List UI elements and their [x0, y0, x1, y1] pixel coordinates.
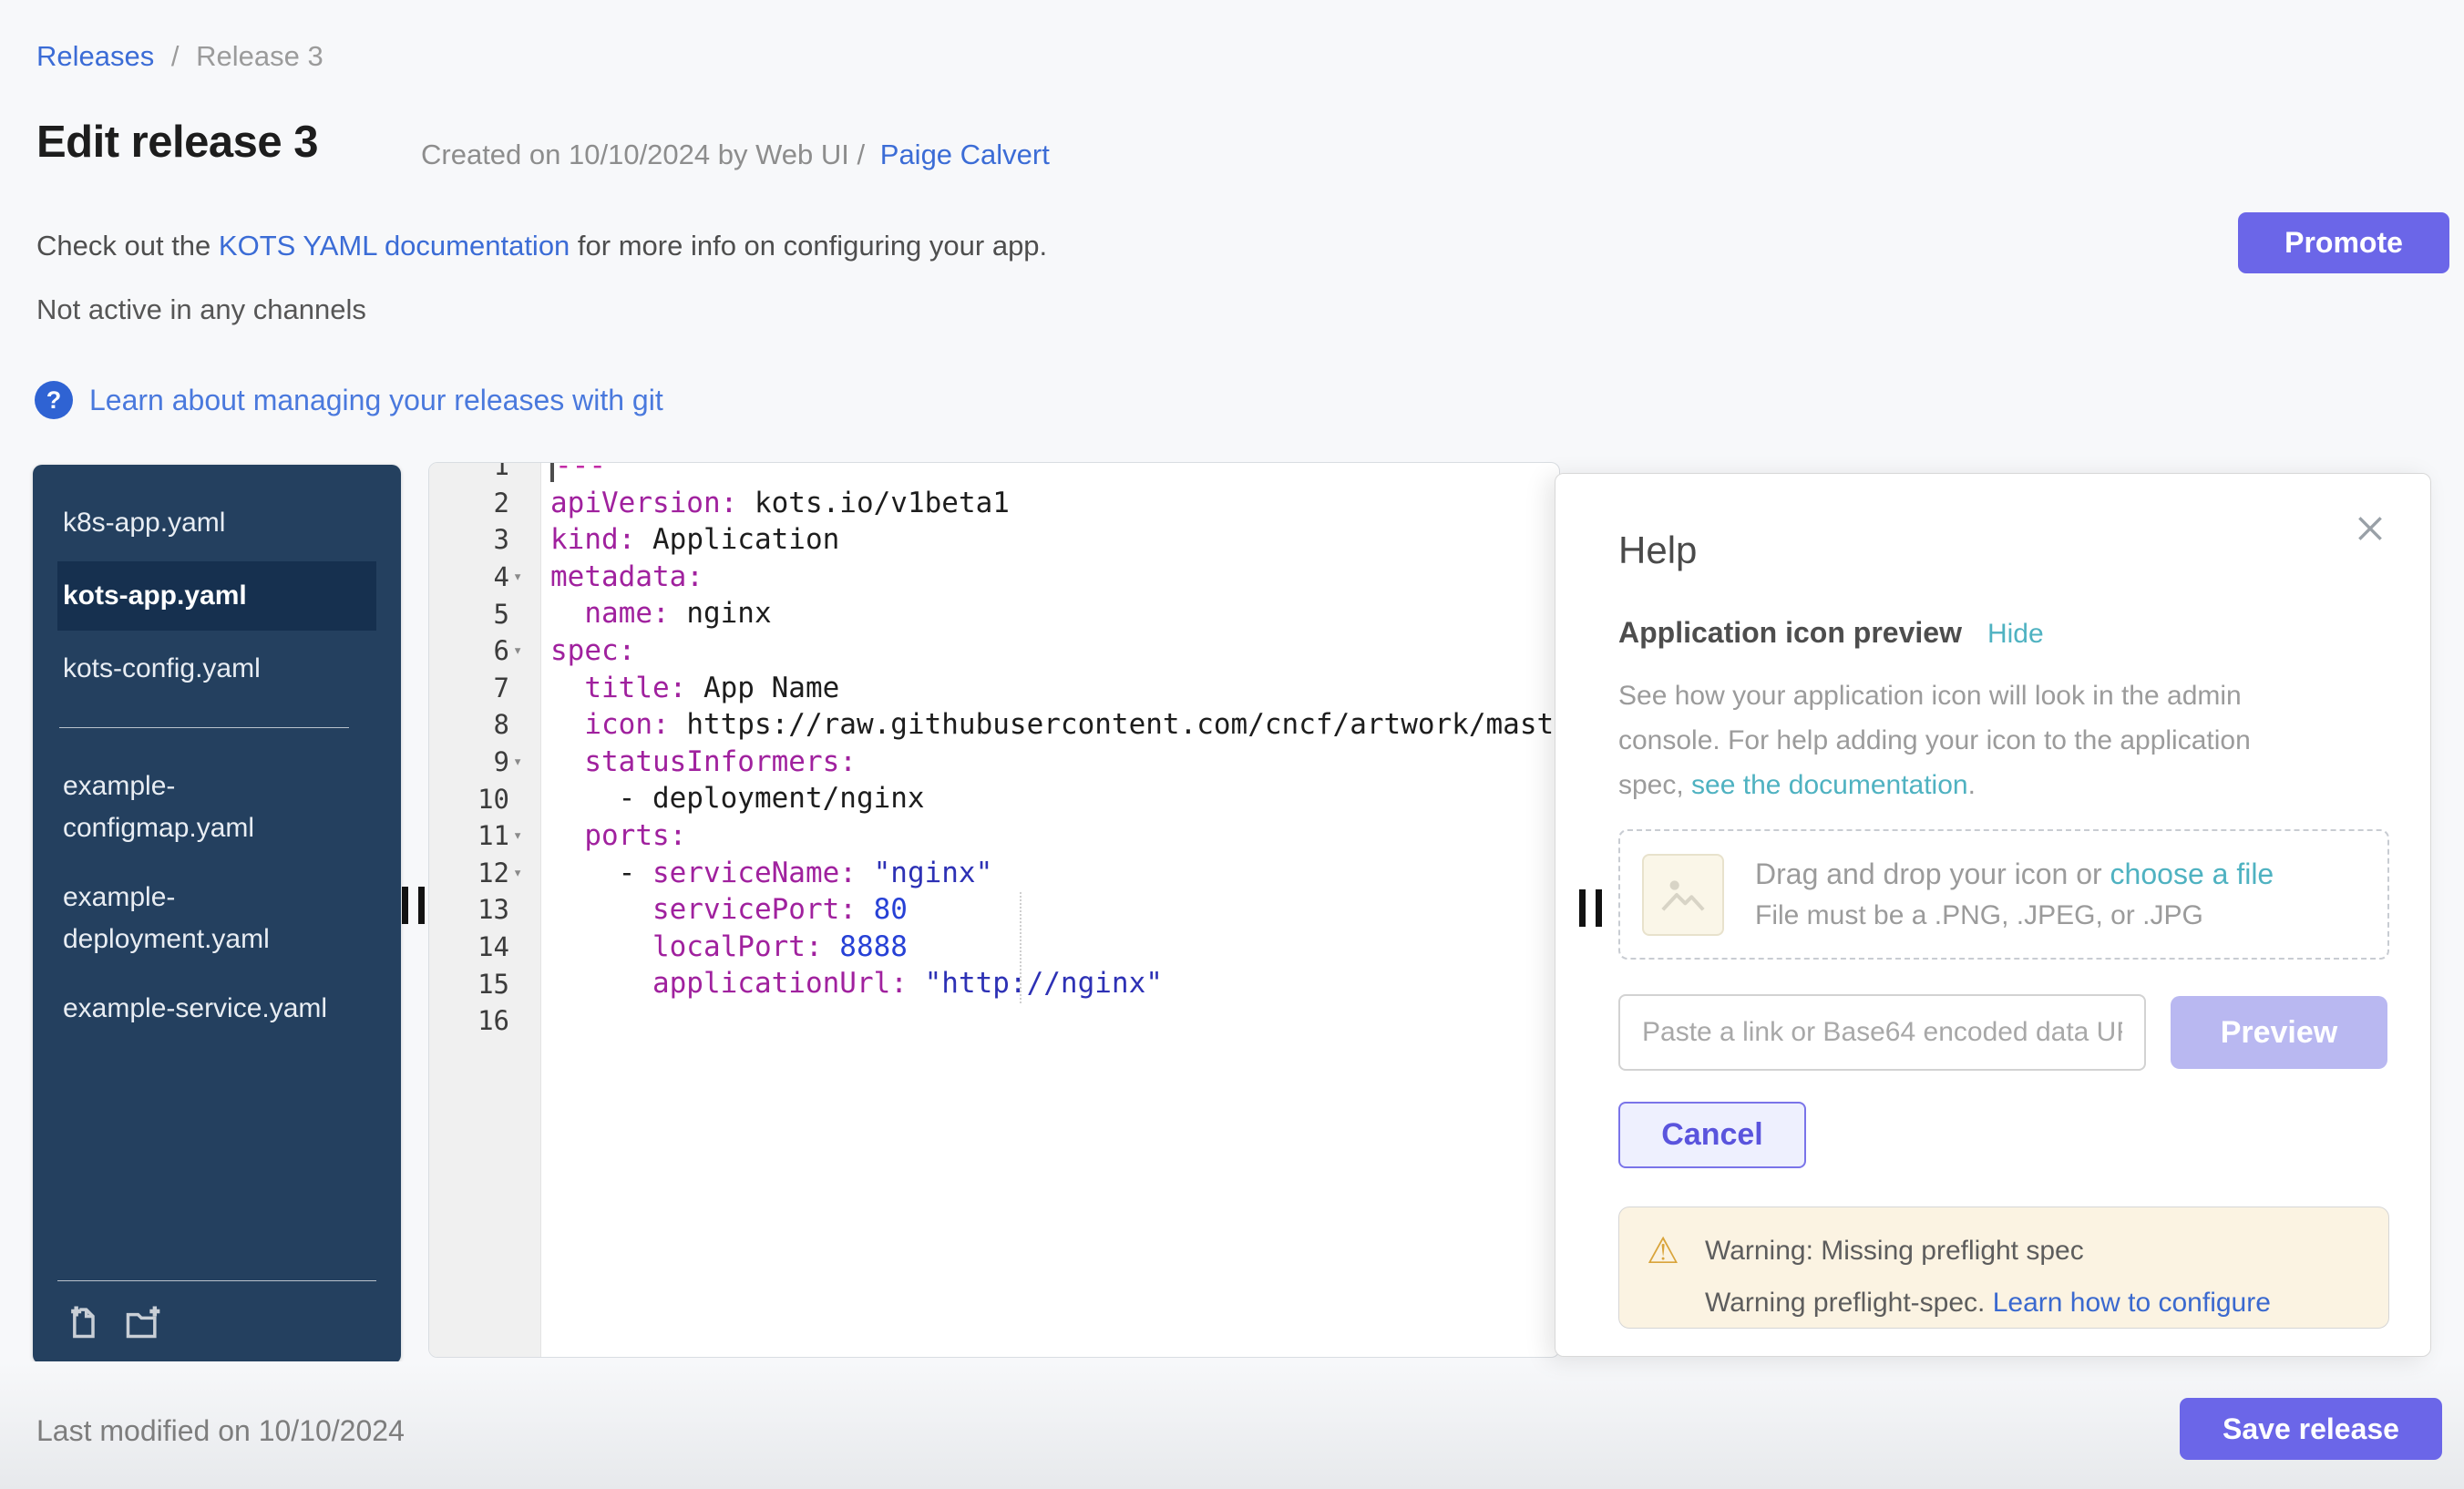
hide-link[interactable]: Hide: [1987, 619, 2044, 650]
gutter-row: 11▾: [429, 817, 540, 855]
yaml-code-editor[interactable]: 1234▾56▾789▾1011▾12▾13141516 ---apiVersi…: [428, 462, 1560, 1358]
gutter-row: 1: [429, 462, 540, 485]
code-line[interactable]: apiVersion: kots.io/v1beta1: [540, 485, 1559, 522]
last-modified-text: Last modified on 10/10/2024: [36, 1414, 405, 1448]
gutter-row: 4▾: [429, 559, 540, 596]
code-line[interactable]: kind: Application: [540, 521, 1559, 559]
close-icon[interactable]: [2346, 505, 2394, 555]
warning-icon: ⚠: [1647, 1233, 1705, 1269]
kots-yaml-doc-link[interactable]: KOTS YAML documentation: [219, 230, 570, 262]
help-title: Help: [1618, 529, 2387, 572]
cancel-button[interactable]: Cancel: [1618, 1102, 1806, 1168]
sidebar-editor-resize-handle[interactable]: [402, 887, 425, 924]
file-item[interactable]: example-configmap.yaml: [57, 752, 358, 863]
code-line[interactable]: metadata:: [540, 559, 1559, 596]
breadcrumb-current: Release 3: [196, 40, 323, 72]
code-line[interactable]: applicationUrl: "http://nginx": [540, 965, 1559, 1002]
dropzone-filetypes: File must be a .PNG, .JPEG, or .JPG: [1755, 900, 2274, 931]
help-panel: Help Application icon preview Hide See h…: [1555, 473, 2431, 1357]
page-title: Edit release 3: [36, 117, 318, 168]
editor-code-content[interactable]: ---apiVersion: kots.io/v1beta1kind: Appl…: [540, 462, 1559, 1040]
gutter-row: 10: [429, 780, 540, 817]
breadcrumb-separator: /: [171, 40, 180, 72]
file-item[interactable]: k8s-app.yaml: [57, 488, 358, 558]
author-link[interactable]: Paige Calvert: [880, 139, 1050, 170]
code-line[interactable]: servicePort: 80: [540, 891, 1559, 929]
intro-post: for more info on configuring your app.: [570, 230, 1047, 262]
promote-button[interactable]: Promote: [2238, 212, 2449, 273]
sidebar-divider: [57, 1280, 376, 1281]
code-line[interactable]: statusInformers:: [540, 744, 1559, 781]
gutter-row: 5: [429, 595, 540, 632]
gutter-row: 8: [429, 706, 540, 744]
choose-file-link[interactable]: choose a file: [2110, 857, 2274, 890]
code-line[interactable]: - serviceName: "nginx": [540, 855, 1559, 892]
gutter-row: 14: [429, 929, 540, 966]
gutter-row: 9▾: [429, 744, 540, 781]
icon-preview-title: Application icon preview: [1618, 616, 1962, 650]
fold-arrow-icon[interactable]: ▾: [509, 642, 540, 660]
intro-pre: Check out the: [36, 230, 219, 262]
file-item[interactable]: kots-app.yaml: [57, 561, 376, 631]
file-item[interactable]: kots-config.yaml: [57, 634, 358, 703]
file-item[interactable]: example-deployment.yaml: [57, 863, 358, 974]
question-icon: ?: [35, 381, 73, 419]
fold-arrow-icon[interactable]: ▾: [509, 568, 540, 586]
icon-url-input[interactable]: [1618, 994, 2146, 1071]
intro-line: Check out the KOTS YAML documentation fo…: [36, 230, 1047, 262]
icon-dropzone[interactable]: Drag and drop your icon or choose a file…: [1618, 829, 2389, 960]
code-line[interactable]: icon: https://raw.githubusercontent.com/…: [540, 706, 1559, 744]
gutter-row: 15: [429, 965, 540, 1002]
code-line[interactable]: title: App Name: [540, 670, 1559, 707]
file-list: k8s-app.yamlkots-app.yamlkots-config.yam…: [33, 465, 401, 1043]
add-folder-icon[interactable]: [123, 1301, 163, 1346]
save-release-button[interactable]: Save release: [2180, 1398, 2442, 1460]
dropzone-text-pre: Drag and drop your icon or: [1755, 857, 2110, 890]
created-info: Created on 10/10/2024 by Web UI / Paige …: [421, 139, 1050, 171]
editor-panel-resize-handle[interactable]: [1579, 889, 1602, 927]
icon-preview-description: See how your application icon will look …: [1618, 673, 2302, 807]
file-sidebar: k8s-app.yamlkots-app.yamlkots-config.yam…: [33, 465, 401, 1364]
created-text: Created on 10/10/2024 by Web UI /: [421, 139, 865, 170]
file-item[interactable]: example-service.yaml: [57, 974, 358, 1043]
breadcrumb-releases-link[interactable]: Releases: [36, 40, 154, 72]
sidebar-bottom: [57, 1280, 376, 1346]
editor-line-numbers: 1234▾56▾789▾1011▾12▾13141516: [429, 462, 540, 1040]
gutter-row: 13: [429, 891, 540, 929]
fold-arrow-icon[interactable]: ▾: [509, 827, 540, 845]
code-line[interactable]: [540, 1002, 1559, 1040]
breadcrumb: Releases / Release 3: [36, 40, 323, 73]
channel-status: Not active in any channels: [36, 293, 366, 326]
warning-detail-pre: Warning preflight-spec.: [1705, 1288, 1993, 1318]
code-line[interactable]: spec:: [540, 632, 1559, 670]
indent-guide: [1020, 892, 1022, 1003]
code-line[interactable]: localPort: 8888: [540, 929, 1559, 966]
fold-arrow-icon[interactable]: ▾: [509, 864, 540, 882]
gutter-row: 16: [429, 1002, 540, 1040]
preflight-warning-box: ⚠ Warning: Missing preflight spec Warnin…: [1618, 1207, 2389, 1329]
learn-how-to-configure-link[interactable]: Learn how to configure: [1993, 1288, 2271, 1318]
text-cursor: [550, 462, 554, 482]
gutter-row: 7: [429, 670, 540, 707]
gutter-row: 2: [429, 485, 540, 522]
fold-arrow-icon[interactable]: ▾: [509, 753, 540, 771]
code-line[interactable]: ports:: [540, 817, 1559, 855]
code-line[interactable]: name: nginx: [540, 595, 1559, 632]
dropzone-text: Drag and drop your icon or choose a file: [1755, 857, 2274, 890]
warning-detail: Warning preflight-spec. Learn how to con…: [1705, 1288, 2370, 1319]
add-file-icon[interactable]: [63, 1301, 103, 1346]
gutter-row: 12▾: [429, 855, 540, 892]
git-help-row: ? Learn about managing your releases wit…: [35, 381, 663, 419]
code-line[interactable]: ---: [540, 462, 1559, 485]
preview-button[interactable]: Preview: [2171, 996, 2387, 1069]
description-post: .: [1968, 770, 1976, 800]
file-group-divider: [59, 727, 349, 728]
see-documentation-link[interactable]: see the documentation: [1691, 770, 1968, 800]
warning-title: Warning: Missing preflight spec: [1705, 1236, 2370, 1267]
gutter-row: 3: [429, 521, 540, 559]
gutter-row: 6▾: [429, 632, 540, 670]
image-placeholder-icon: [1642, 854, 1724, 936]
git-releases-link[interactable]: Learn about managing your releases with …: [89, 384, 663, 417]
code-line[interactable]: - deployment/nginx: [540, 780, 1559, 817]
